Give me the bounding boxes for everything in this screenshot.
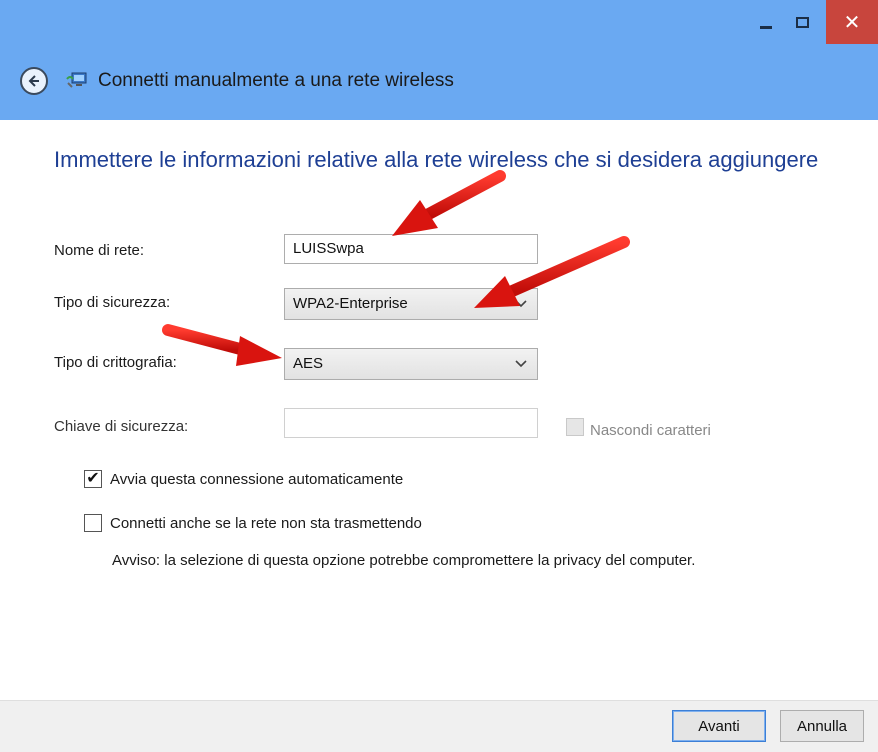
hide-characters-checkbox[interactable] xyxy=(566,418,584,436)
cancel-button[interactable]: Annulla xyxy=(780,710,864,742)
back-arrow-icon xyxy=(28,75,39,87)
minimize-icon xyxy=(760,25,772,29)
close-button[interactable]: ✕ xyxy=(826,0,878,44)
connect-hidden-label: Connetti anche se la rete non sta trasme… xyxy=(110,515,422,532)
privacy-warning: Avviso: la selezione di questa opzione p… xyxy=(112,552,696,569)
window-title: Connetti manualmente a una rete wireless xyxy=(98,70,454,91)
window-controls: ✕ xyxy=(748,0,878,44)
network-icon xyxy=(66,71,88,91)
dialog-window: ✕ Connetti manualmente a una rete wirele… xyxy=(0,0,878,752)
maximize-icon xyxy=(795,16,809,28)
content-area: Immettere le informazioni relative alla … xyxy=(0,120,878,700)
close-icon: ✕ xyxy=(843,11,861,34)
network-name-label: Nome di rete: xyxy=(54,242,145,259)
dialog-footer: Avanti Annulla xyxy=(0,700,878,752)
hide-characters-label: Nascondi caratteri xyxy=(590,422,711,439)
nav-row: Connetti manualmente a una rete wireless xyxy=(20,66,454,96)
maximize-button[interactable] xyxy=(784,0,820,44)
auto-start-checkbox[interactable]: ✔ xyxy=(84,470,102,488)
security-key-input[interactable] xyxy=(284,408,538,438)
network-name-input[interactable]: LUISSwpa xyxy=(284,234,538,264)
next-button[interactable]: Avanti xyxy=(672,710,766,742)
back-button[interactable] xyxy=(20,67,48,95)
title-bar: ✕ Connetti manualmente a una rete wirele… xyxy=(0,0,878,120)
security-type-value: WPA2-Enterprise xyxy=(293,295,408,312)
chevron-down-icon xyxy=(515,289,527,330)
encryption-type-value: AES xyxy=(293,355,324,372)
security-type-label: Tipo di sicurezza: xyxy=(54,294,171,311)
encryption-type-label: Tipo di crittografia: xyxy=(54,354,177,371)
security-key-label: Chiave di sicurezza: xyxy=(54,418,189,435)
checkmark-icon: ✔ xyxy=(86,470,100,487)
minimize-button[interactable] xyxy=(748,0,784,44)
connect-hidden-checkbox[interactable] xyxy=(84,514,102,532)
auto-start-label: Avvia questa connessione automaticamente xyxy=(110,471,404,488)
chevron-down-icon xyxy=(515,349,527,390)
page-heading: Immettere le informazioni relative alla … xyxy=(54,147,819,172)
encryption-type-dropdown[interactable]: AES xyxy=(284,348,538,380)
security-type-dropdown[interactable]: WPA2-Enterprise xyxy=(284,288,538,320)
